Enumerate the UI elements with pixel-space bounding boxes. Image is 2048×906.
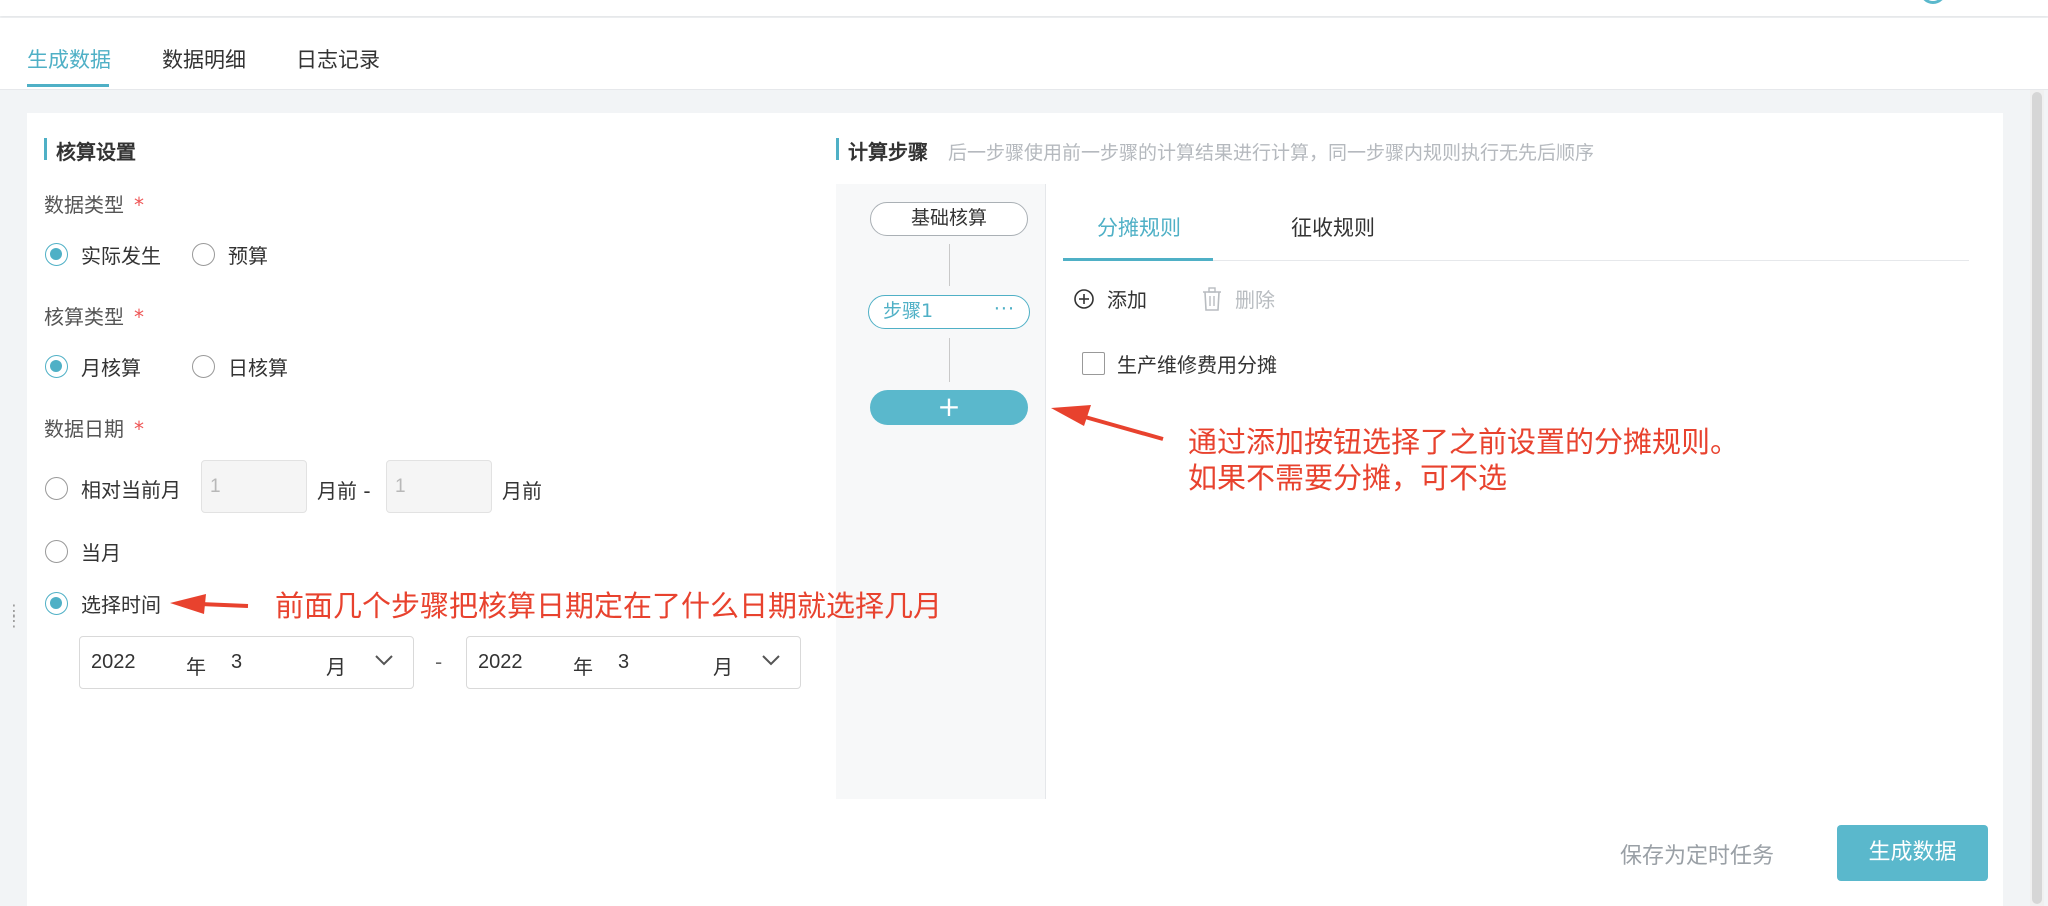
arrow-left-icon — [170, 594, 249, 614]
arrow-right-icon — [1051, 405, 1164, 441]
annotation-arrows — [170, 405, 1164, 614]
save-as-scheduled-task-button[interactable]: 保存为定时任务 — [1620, 838, 1774, 870]
generate-data-button[interactable]: 生成数据 — [1837, 825, 1988, 881]
